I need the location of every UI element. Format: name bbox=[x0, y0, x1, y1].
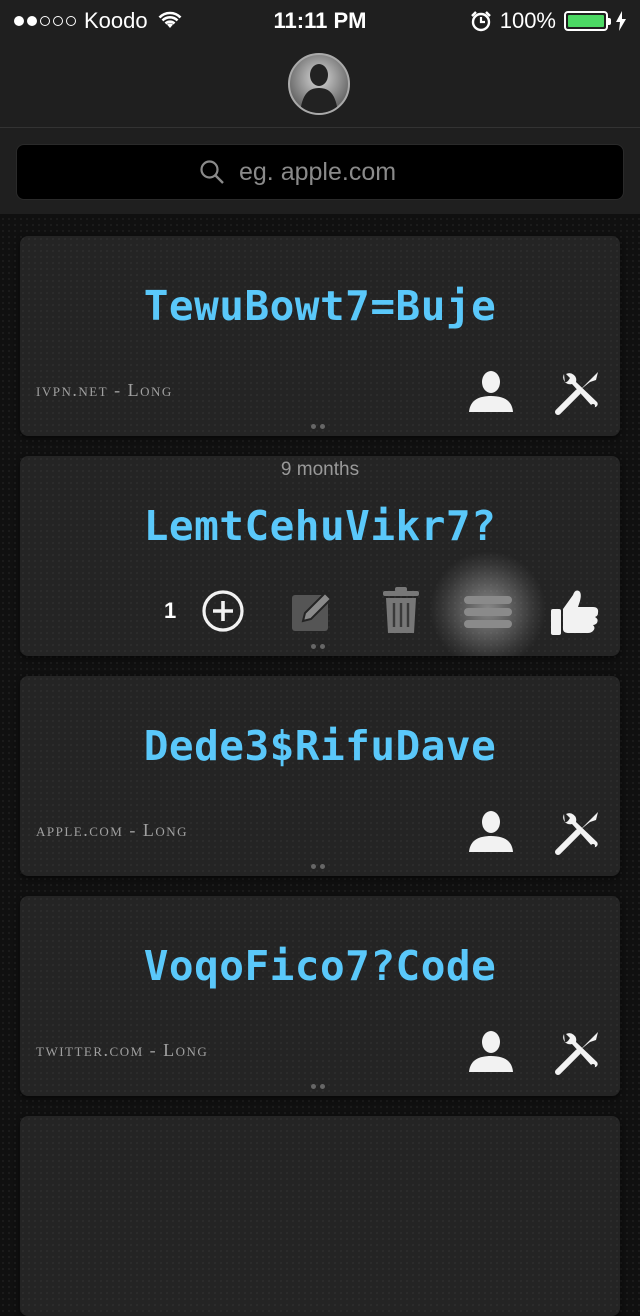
site-label: ivpn.net - Long bbox=[36, 380, 173, 400]
plus-circle-icon bbox=[202, 590, 244, 632]
account-button[interactable] bbox=[466, 366, 516, 416]
settings-button[interactable] bbox=[550, 1026, 604, 1080]
menu-button[interactable] bbox=[462, 590, 514, 634]
password-card[interactable]: Dede3$RifuDave apple.com - Long bbox=[20, 676, 620, 876]
edit-button[interactable] bbox=[288, 586, 338, 636]
page-indicator bbox=[311, 864, 325, 869]
page-indicator bbox=[311, 644, 325, 649]
user-icon bbox=[469, 371, 513, 412]
password-age: 9 months bbox=[280, 459, 360, 480]
tools-icon bbox=[555, 372, 598, 415]
header bbox=[0, 40, 640, 128]
settings-button[interactable] bbox=[550, 366, 604, 420]
password-card-active[interactable]: 9 months LemtCehuVikr7? 1 bbox=[20, 456, 620, 656]
user-icon bbox=[469, 811, 513, 852]
password-card-partial[interactable] bbox=[20, 1116, 620, 1316]
delete-button[interactable] bbox=[376, 586, 426, 636]
password-card[interactable]: VoqoFico7?Code twitter.com - Long bbox=[20, 896, 620, 1096]
status-bar: Koodo 11:11 PM 100% bbox=[0, 0, 640, 40]
tools-icon bbox=[555, 1032, 598, 1075]
tools-icon bbox=[555, 812, 598, 855]
menu-lines-icon bbox=[464, 596, 512, 628]
person-silhouette-icon bbox=[300, 64, 338, 113]
battery-percent: 100% bbox=[499, 8, 556, 33]
thumbs-up-icon bbox=[551, 590, 599, 635]
site-label: apple.com - Long bbox=[36, 820, 189, 840]
charging-icon bbox=[616, 11, 626, 31]
page-indicator bbox=[311, 1084, 325, 1089]
password-text[interactable]: TewuBowt7=Buje bbox=[20, 282, 620, 330]
page-indicator bbox=[311, 424, 325, 429]
battery-icon bbox=[564, 11, 611, 31]
edit-icon bbox=[292, 591, 333, 631]
password-text[interactable]: VoqoFico7?Code bbox=[20, 942, 620, 990]
profile-avatar[interactable] bbox=[288, 53, 350, 115]
search-bar-container bbox=[0, 128, 640, 214]
search-icon bbox=[200, 160, 224, 184]
search-input[interactable] bbox=[237, 156, 441, 188]
trash-icon bbox=[383, 587, 419, 633]
search-field[interactable] bbox=[16, 144, 624, 200]
status-right: 100% bbox=[470, 8, 626, 34]
settings-button[interactable] bbox=[550, 806, 604, 860]
usage-count: 1 bbox=[164, 598, 177, 623]
account-button[interactable] bbox=[466, 1026, 516, 1076]
password-text[interactable]: LemtCehuVikr7? bbox=[20, 502, 620, 550]
password-text[interactable]: Dede3$RifuDave bbox=[20, 722, 620, 770]
password-card[interactable]: TewuBowt7=Buje ivpn.net - Long bbox=[20, 236, 620, 436]
site-label: twitter.com - Long bbox=[36, 1040, 209, 1060]
alarm-icon bbox=[470, 11, 491, 32]
account-button[interactable] bbox=[466, 806, 516, 856]
increment-button[interactable] bbox=[200, 588, 246, 634]
user-icon bbox=[469, 1031, 513, 1072]
like-button[interactable] bbox=[548, 586, 602, 638]
